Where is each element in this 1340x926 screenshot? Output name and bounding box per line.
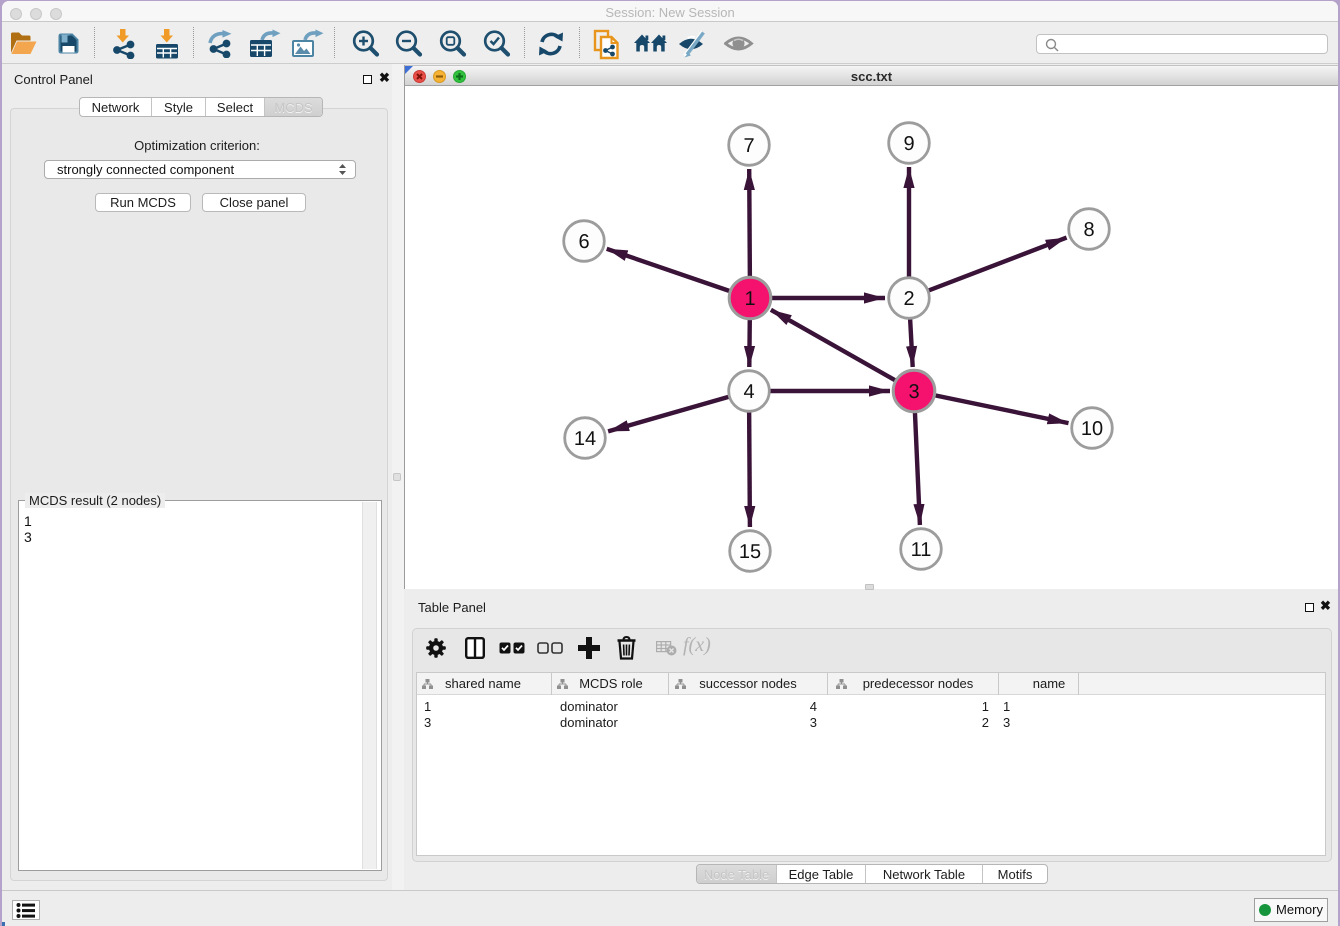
svg-text:10: 10 xyxy=(1081,418,1103,440)
svg-text:2: 2 xyxy=(903,288,914,310)
svg-text:15: 15 xyxy=(739,541,761,563)
svg-text:14: 14 xyxy=(574,428,596,450)
svg-text:9: 9 xyxy=(903,133,914,155)
svg-text:8: 8 xyxy=(1083,219,1094,241)
svg-text:11: 11 xyxy=(911,539,932,561)
svg-text:3: 3 xyxy=(908,381,919,403)
svg-text:4: 4 xyxy=(743,381,754,403)
svg-text:7: 7 xyxy=(743,135,754,157)
svg-text:1: 1 xyxy=(744,288,755,310)
svg-text:6: 6 xyxy=(578,231,589,253)
